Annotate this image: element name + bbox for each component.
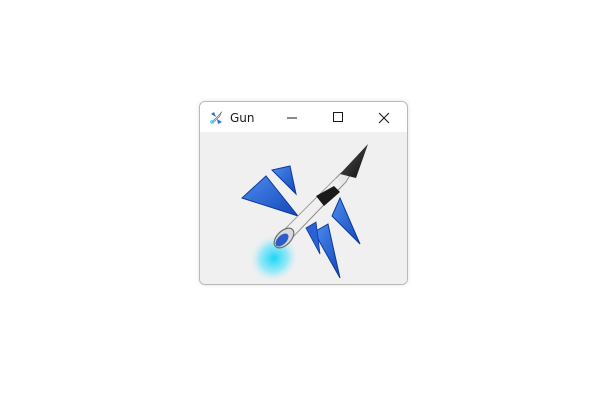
close-icon bbox=[378, 112, 390, 124]
window-title: Gun bbox=[230, 111, 255, 125]
minimize-button[interactable] bbox=[269, 102, 315, 132]
rocket-image bbox=[241, 144, 368, 282]
rocket-icon bbox=[208, 110, 224, 126]
app-window: Gun bbox=[199, 101, 408, 285]
title-bar[interactable]: Gun bbox=[200, 102, 407, 132]
window-client-area bbox=[200, 132, 407, 284]
maximize-icon bbox=[333, 112, 343, 122]
close-button[interactable] bbox=[361, 102, 407, 132]
maximize-button[interactable] bbox=[315, 102, 361, 132]
minimize-icon bbox=[287, 117, 297, 119]
